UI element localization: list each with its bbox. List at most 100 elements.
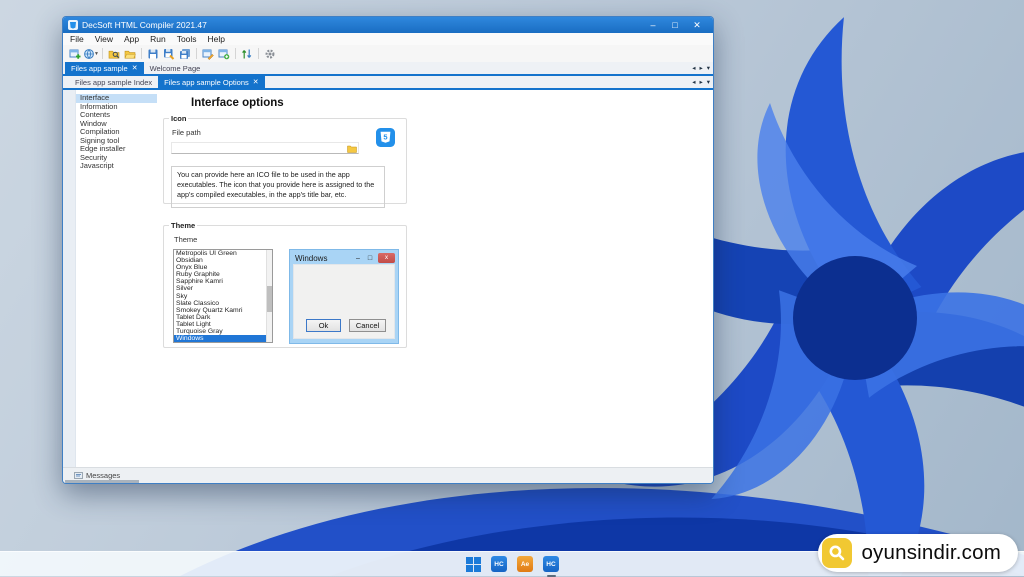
icon-group-legend: Icon xyxy=(171,114,187,123)
options-panel: Interface options Icon File path 5 You c… xyxy=(157,90,713,468)
preview-maximize-icon: □ xyxy=(367,254,373,262)
messages-tab-indicator xyxy=(65,480,139,483)
file-path-label: File path xyxy=(172,128,201,137)
tab-close-icon[interactable]: ✕ xyxy=(253,78,259,86)
maximize-button[interactable]: □ xyxy=(664,17,686,33)
open-folder-icon xyxy=(124,50,136,58)
theme-option[interactable]: Ruby Graphite xyxy=(174,271,272,278)
edit-window-icon xyxy=(202,49,214,60)
messages-icon xyxy=(74,471,83,479)
theme-preview-window: Windows – □ x Ok Cancel xyxy=(289,249,399,344)
close-button[interactable]: ✕ xyxy=(686,17,708,33)
tab-scroll-right-icon[interactable]: ▸ xyxy=(699,64,702,72)
save-all-icon xyxy=(180,48,190,59)
messages-tab[interactable]: Messages xyxy=(86,471,120,480)
taskbar-html-compiler-button[interactable]: HC xyxy=(491,556,508,573)
tab-scroll-controls: ◂ ▸ ▾ xyxy=(692,62,710,74)
minimize-button[interactable]: – xyxy=(642,17,664,33)
search-folder-icon xyxy=(108,50,120,58)
app-tabs-row: Files app sample ✕ Welcome Page ◂ ▸ ▾ xyxy=(63,62,713,76)
html5-logo-button[interactable]: 5 xyxy=(376,128,395,147)
sort-arrows-icon xyxy=(242,49,252,58)
save-button[interactable] xyxy=(145,47,161,61)
theme-option[interactable]: Smokey Quartz Kamri xyxy=(174,307,272,314)
windows-logo-icon xyxy=(465,556,481,572)
toolbar-separator xyxy=(235,48,236,59)
file-tabs-row: Files app sample Index Files app sample … xyxy=(63,76,713,90)
app-options-button[interactable] xyxy=(216,47,232,61)
preview-title: Windows xyxy=(295,253,328,263)
file-path-input[interactable] xyxy=(171,142,359,154)
menu-help[interactable]: Help xyxy=(208,34,225,44)
window-title: DecSoft HTML Compiler 2021.47 xyxy=(82,20,207,30)
taskbar-html-compiler-active-button[interactable]: HC xyxy=(543,556,560,577)
theme-option[interactable]: Windows 10 xyxy=(174,342,272,343)
tab-scroll-left-icon[interactable]: ◂ xyxy=(692,78,695,86)
open-app-button[interactable] xyxy=(122,47,138,61)
preview-titlebar: Windows – □ x xyxy=(293,252,395,264)
toolbar-separator xyxy=(102,48,103,59)
theme-option[interactable]: Slate Classico xyxy=(174,300,272,307)
scrollbar-thumb[interactable] xyxy=(267,286,272,312)
edit-app-button[interactable] xyxy=(200,47,216,61)
theme-label: Theme xyxy=(174,235,198,244)
tab-files-app-sample[interactable]: Files app sample ✕ xyxy=(65,62,144,74)
app-icon xyxy=(68,20,78,30)
save-all-button[interactable] xyxy=(177,47,193,61)
html-compiler-icon: HC xyxy=(491,556,507,572)
options-sidebar: Interface Information Contents Window Co… xyxy=(76,90,157,468)
menu-tools[interactable]: Tools xyxy=(177,34,197,44)
toolbar-separator xyxy=(141,48,142,59)
listbox-scrollbar[interactable] xyxy=(266,250,272,342)
titlebar[interactable]: DecSoft HTML Compiler 2021.47 – □ ✕ xyxy=(63,17,713,33)
sort-items-button[interactable] xyxy=(239,47,255,61)
theme-option[interactable]: Onyx Blue xyxy=(174,264,272,271)
html5-shield-icon: 5 xyxy=(376,128,395,147)
theme-option[interactable]: Metropolis UI Green xyxy=(174,250,272,257)
compile-app-button[interactable] xyxy=(262,47,278,61)
tab-close-icon[interactable]: ✕ xyxy=(132,64,138,72)
search-in-files-button[interactable] xyxy=(106,47,122,61)
html-compiler-window: DecSoft HTML Compiler 2021.47 – □ ✕ File… xyxy=(62,16,714,484)
watermark-badge: oyunsindir.com xyxy=(818,534,1018,572)
tab-label: Welcome Page xyxy=(149,63,201,73)
theme-option[interactable]: Turquoise Gray xyxy=(174,328,272,335)
search-icon xyxy=(829,545,845,561)
menu-app[interactable]: App xyxy=(124,34,139,44)
theme-option[interactable]: Sky xyxy=(174,293,272,300)
toolbar-separator xyxy=(196,48,197,59)
tab-label: Files app sample Options xyxy=(164,77,249,87)
left-panel-strip xyxy=(63,90,76,468)
preview-cancel-button: Cancel xyxy=(349,319,386,332)
theme-option[interactable]: Silver xyxy=(174,285,272,292)
tab-welcome-page[interactable]: Welcome Page xyxy=(144,62,207,74)
tab-list-icon[interactable]: ▾ xyxy=(707,64,710,72)
tab-files-app-sample-index[interactable]: Files app sample Index xyxy=(69,76,158,88)
taskbar-app-builder-button[interactable]: Ae xyxy=(517,556,534,573)
tab-files-app-sample-options[interactable]: Files app sample Options ✕ xyxy=(158,76,265,88)
icon-groupbox: Icon File path 5 You can provide here an… xyxy=(163,114,407,208)
start-button[interactable] xyxy=(465,556,482,573)
theme-group-legend: Theme xyxy=(171,221,196,230)
tab-scroll-controls: ◂ ▸ ▾ xyxy=(692,76,710,88)
theme-option[interactable]: Obsidian xyxy=(174,257,272,264)
svg-text:5: 5 xyxy=(383,132,387,141)
watermark-text: oyunsindir.com xyxy=(861,541,1001,564)
save-as-button[interactable] xyxy=(161,47,177,61)
tab-scroll-left-icon[interactable]: ◂ xyxy=(692,64,695,72)
browse-folder-icon[interactable] xyxy=(347,144,357,153)
menu-file[interactable]: File xyxy=(70,34,84,44)
new-app-button[interactable] xyxy=(67,47,83,61)
theme-option[interactable]: Sapphire Kamri xyxy=(174,278,272,285)
menu-view[interactable]: View xyxy=(95,34,113,44)
theme-option[interactable]: Tablet Dark xyxy=(174,314,272,321)
sidebar-item-javascript[interactable]: Javascript xyxy=(76,161,157,171)
browser-preview-button[interactable]: ▼ xyxy=(83,47,99,61)
theme-option-selected[interactable]: Windows xyxy=(174,335,272,342)
theme-option[interactable]: Tablet Light xyxy=(174,321,272,328)
theme-listbox[interactable]: Metropolis UI Green Obsidian Onyx Blue R… xyxy=(173,249,273,343)
menu-run[interactable]: Run xyxy=(150,34,166,44)
statusbar: Messages xyxy=(63,467,713,483)
tab-list-icon[interactable]: ▾ xyxy=(707,78,710,86)
tab-scroll-right-icon[interactable]: ▸ xyxy=(699,78,702,86)
